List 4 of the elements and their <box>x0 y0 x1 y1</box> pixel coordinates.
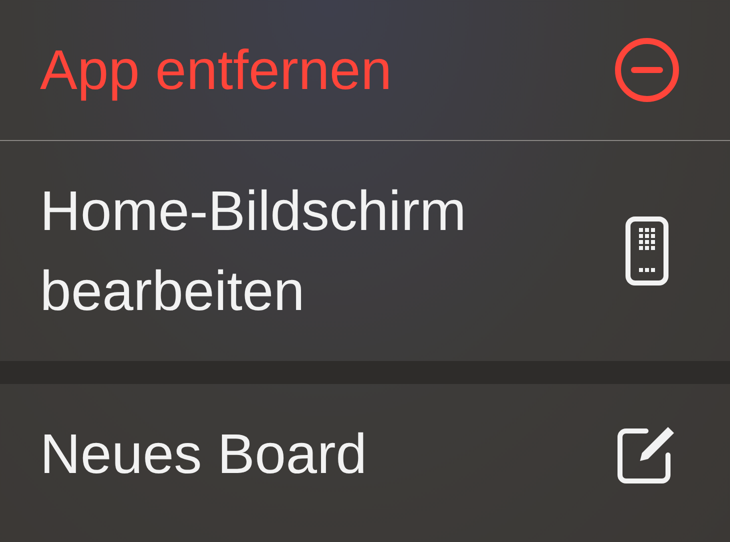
minus-circle-icon <box>614 37 680 103</box>
menu-item[interactable]: Home-Bildschirm bearbeiten <box>0 141 730 361</box>
menu-item[interactable]: Neues Board <box>0 384 730 524</box>
phone-grid-icon <box>625 216 669 286</box>
